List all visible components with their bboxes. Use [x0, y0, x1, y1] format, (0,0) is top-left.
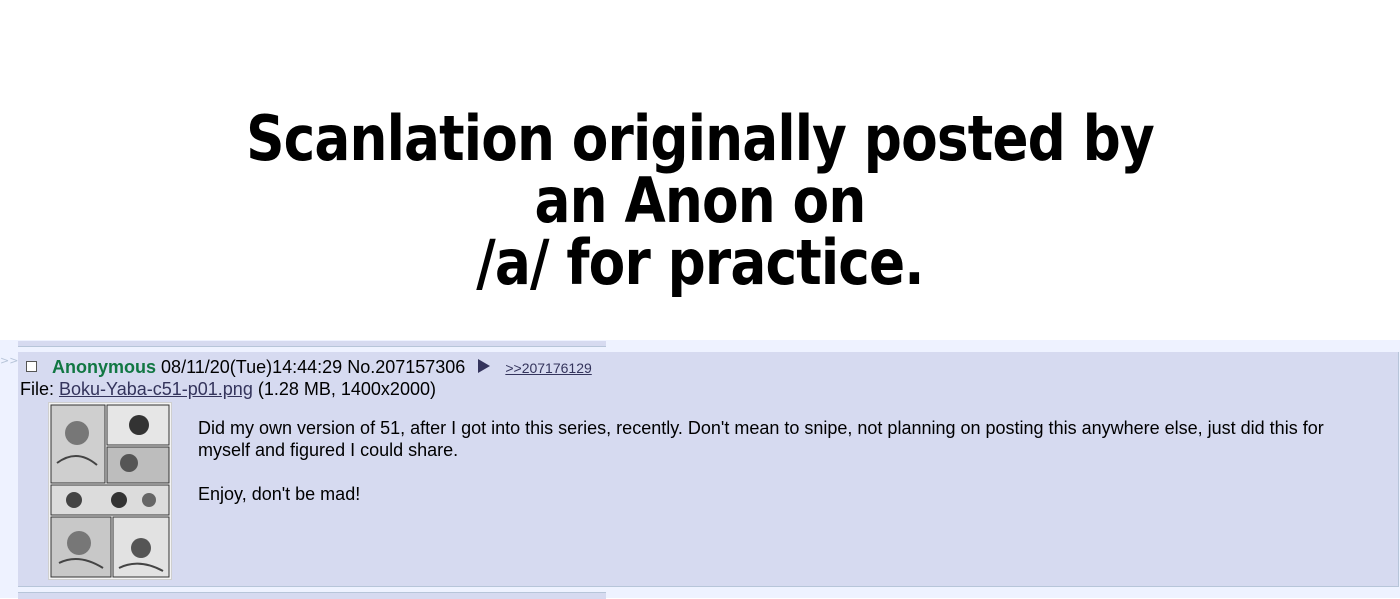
poster-name: Anonymous — [52, 357, 157, 377]
caption-text: Scanlation originally posted by an Anon … — [227, 108, 1173, 294]
reply-post: Anonymous 08/11/20(Tue)14:44:29 No.20715… — [18, 352, 1399, 587]
thumbnail-image — [49, 403, 171, 579]
message-paragraph-2: Enjoy, don't be mad! — [198, 484, 361, 504]
post-menu-arrow-icon[interactable] — [478, 359, 491, 374]
file-meta: (1.28 MB, 1400x2000) — [257, 379, 436, 399]
side-arrow-indicator: >> — [0, 354, 19, 367]
caption-line-2: /a/ for practice. — [476, 226, 924, 299]
backlink-reply[interactable]: >>207176129 — [505, 360, 591, 376]
previous-post-edge — [18, 341, 606, 347]
message-paragraph-1: Did my own version of 51, after I got in… — [198, 418, 1324, 460]
manga-page-thumbnail-icon[interactable] — [48, 402, 172, 580]
file-name-link[interactable]: Boku-Yaba-c51-p01.png — [59, 379, 253, 399]
post-message: Did my own version of 51, after I got in… — [198, 417, 1328, 505]
file-label: File: — [20, 379, 55, 399]
caption-line-1: Scanlation originally posted by an Anon … — [246, 102, 1155, 237]
file-info-line: File: Boku-Yaba-c51-p01.png (1.28 MB, 14… — [20, 378, 436, 400]
caption-banner: Scanlation originally posted by an Anon … — [0, 0, 1400, 340]
post-select-checkbox[interactable] — [26, 360, 37, 372]
post-datetime: 08/11/20(Tue)14:44:29 — [161, 357, 343, 377]
post-number[interactable]: No.207157306 — [347, 357, 465, 377]
post-info-line: Anonymous 08/11/20(Tue)14:44:29 No.20715… — [26, 356, 592, 379]
